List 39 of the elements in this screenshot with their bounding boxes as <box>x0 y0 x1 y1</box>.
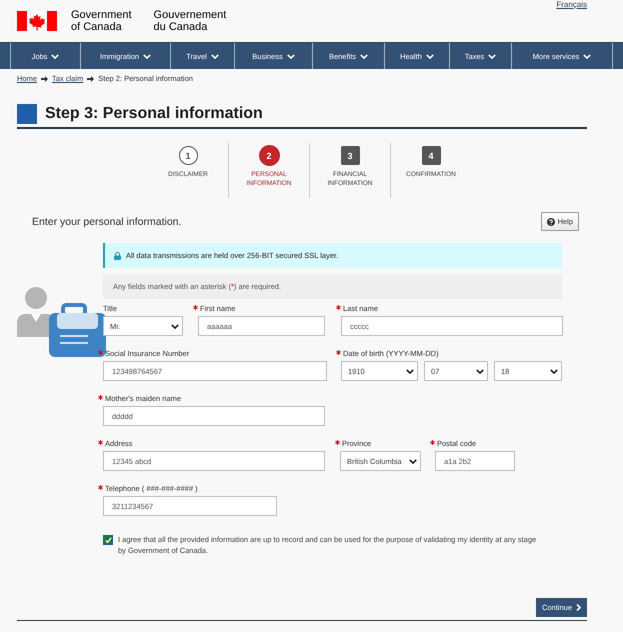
caret-icon <box>406 368 414 374</box>
caret-icon <box>360 54 368 58</box>
page-title: Step 3: Personal information <box>45 105 263 123</box>
title-marker <box>17 104 37 124</box>
step-number: 4 <box>422 146 440 165</box>
step-number: 3 <box>340 146 360 165</box>
required-icon <box>193 305 198 310</box>
required-icon <box>336 350 341 355</box>
caret-icon <box>171 324 179 328</box>
canada-flag-icon <box>17 11 57 31</box>
caret-icon <box>476 368 484 374</box>
caret-icon <box>51 54 60 58</box>
required-icon <box>98 350 103 355</box>
caret-icon <box>488 54 496 58</box>
lock-icon <box>114 252 121 260</box>
caret-icon <box>286 54 295 58</box>
step-number: 1 <box>178 146 198 165</box>
caret-icon <box>426 54 434 58</box>
caret-icon <box>550 368 558 374</box>
agree-checkbox[interactable] <box>103 535 113 545</box>
required-icon <box>335 440 340 445</box>
required-icon <box>98 440 103 445</box>
government-wordmark: Government of Canada <box>71 9 132 33</box>
required-icon <box>98 395 103 400</box>
caret-icon <box>210 54 219 58</box>
intro-text: Enter your personal information. <box>32 216 182 228</box>
required-icon <box>430 440 435 445</box>
help-icon <box>546 218 555 226</box>
caret-icon <box>143 54 152 58</box>
chevron-icon <box>576 604 581 611</box>
caret-icon <box>583 54 592 58</box>
required-icon <box>98 485 103 490</box>
step-number: 2 <box>260 146 278 165</box>
arrow-icon <box>87 76 94 82</box>
government-wordmark: Gouvernement du Canada <box>154 9 226 33</box>
language-link[interactable]: Français <box>556 0 587 9</box>
required-icon <box>336 305 341 310</box>
arrow-icon <box>41 76 48 82</box>
caret-icon <box>409 458 417 464</box>
